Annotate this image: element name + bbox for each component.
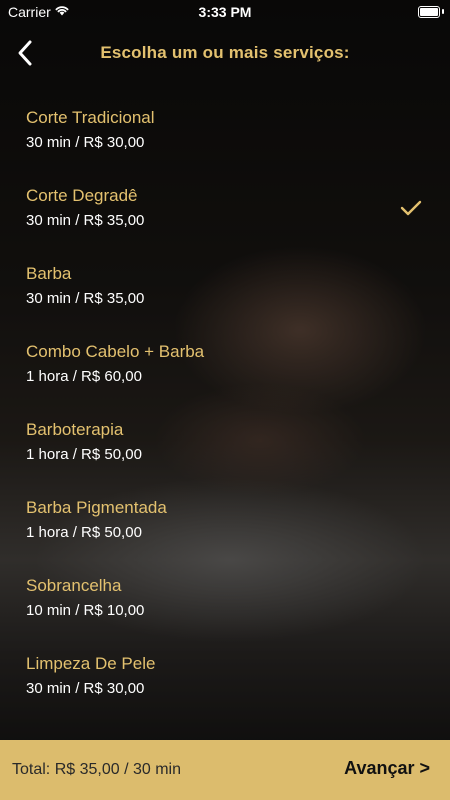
service-detail: 10 min / R$ 10,00 bbox=[26, 602, 145, 619]
service-item[interactable]: Corte Degradê 30 min / R$ 35,00 bbox=[0, 182, 450, 260]
service-item[interactable]: Barba Pigmentada 1 hora / R$ 50,00 bbox=[0, 494, 450, 572]
service-detail: 1 hora / R$ 50,00 bbox=[26, 446, 142, 463]
service-list: Corte Tradicional 30 min / R$ 30,00 Cort… bbox=[0, 104, 450, 728]
service-detail: 30 min / R$ 35,00 bbox=[26, 290, 145, 307]
service-detail: 1 hora / R$ 60,00 bbox=[26, 368, 142, 385]
next-button[interactable]: Avançar > bbox=[344, 758, 430, 779]
service-item[interactable]: Corte Tradicional 30 min / R$ 30,00 bbox=[0, 104, 450, 182]
service-name: Barba Pigmentada bbox=[26, 498, 167, 517]
service-detail: 1 hora / R$ 50,00 bbox=[26, 524, 142, 541]
service-detail: 30 min / R$ 30,00 bbox=[26, 134, 145, 151]
service-name: Sobrancelha bbox=[26, 576, 122, 595]
navigation-bar: Escolha um ou mais serviços: bbox=[0, 24, 450, 84]
service-name: Combo Cabelo + Barba bbox=[26, 342, 205, 361]
service-name: Corte Degradê bbox=[26, 186, 138, 205]
service-detail: 30 min / R$ 30,00 bbox=[26, 680, 145, 697]
service-item[interactable]: Combo Cabelo + Barba 1 hora / R$ 60,00 bbox=[0, 338, 450, 416]
service-item[interactable]: Limpeza De Pele 30 min / R$ 30,00 bbox=[0, 650, 450, 728]
service-name: Barboterapia bbox=[26, 420, 124, 439]
footer-bar: Total: R$ 35,00 / 30 min Avançar > bbox=[0, 740, 450, 800]
service-item[interactable]: Barba 30 min / R$ 35,00 bbox=[0, 260, 450, 338]
battery-icon bbox=[418, 6, 440, 18]
status-time: 3:33 PM bbox=[198, 4, 252, 20]
check-icon bbox=[400, 200, 422, 216]
service-name: Corte Tradicional bbox=[26, 108, 155, 127]
status-bar: Carrier 3:33 PM bbox=[0, 0, 450, 24]
service-name: Limpeza De Pele bbox=[26, 654, 156, 673]
page-title: Escolha um ou mais serviços: bbox=[100, 43, 350, 62]
total-summary: Total: R$ 35,00 / 30 min bbox=[12, 761, 181, 778]
service-detail: 30 min / R$ 35,00 bbox=[26, 212, 145, 229]
battery-tip bbox=[442, 9, 444, 14]
service-name: Barba bbox=[26, 264, 72, 283]
service-item[interactable]: Barboterapia 1 hora / R$ 50,00 bbox=[0, 416, 450, 494]
service-item[interactable]: Sobrancelha 10 min / R$ 10,00 bbox=[0, 572, 450, 650]
